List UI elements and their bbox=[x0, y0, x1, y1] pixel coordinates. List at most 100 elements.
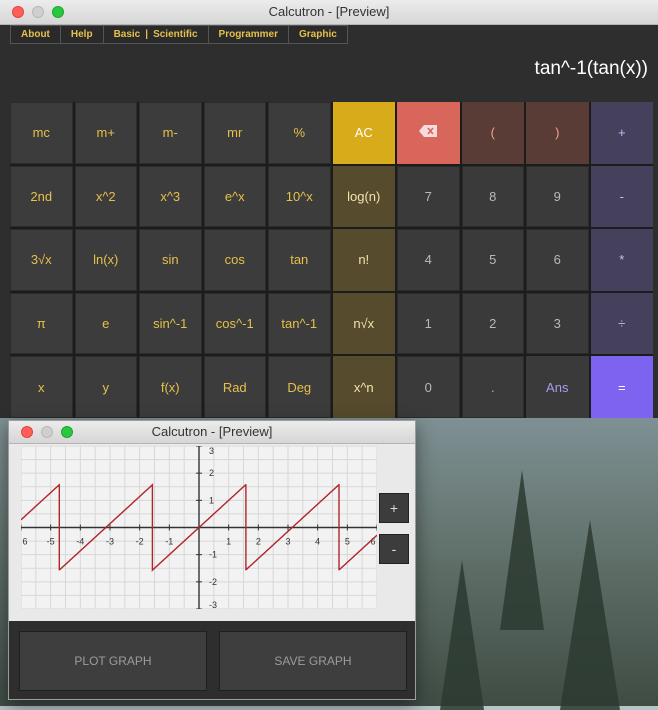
menu-programmer[interactable]: Programmer bbox=[209, 26, 289, 43]
save-graph-button[interactable]: SAVE GRAPH bbox=[219, 631, 407, 691]
x-tick-label: -2 bbox=[136, 537, 144, 547]
key-fn-4[interactable]: % bbox=[268, 102, 331, 164]
window-title: Calcutron - [Preview] bbox=[268, 4, 390, 19]
graph-window-title: Calcutron - [Preview] bbox=[151, 424, 273, 439]
graph-close-button[interactable] bbox=[21, 426, 33, 438]
calculator-window: Calcutron - [Preview] About Help Basic | S… bbox=[0, 0, 658, 418]
key-fn-30[interactable]: π bbox=[10, 292, 73, 355]
x-tick-label: 3 bbox=[285, 537, 290, 547]
menu-mode: Basic | Scientific bbox=[104, 26, 209, 43]
menu-graphic[interactable]: Graphic bbox=[289, 26, 347, 43]
x-tick-label: 6 bbox=[22, 537, 27, 547]
key-op-39[interactable]: ÷ bbox=[590, 292, 653, 355]
graph-button-bar: PLOT GRAPH SAVE GRAPH bbox=[9, 621, 415, 699]
key-fn-24[interactable]: tan bbox=[268, 229, 331, 291]
background-tree bbox=[560, 520, 620, 710]
key-num-47[interactable]: . bbox=[461, 356, 524, 418]
key-fn-40[interactable]: x bbox=[10, 356, 73, 418]
key-log-25[interactable]: n! bbox=[332, 229, 395, 291]
keypad: mc m+ m-mr% AC () +2nd x^2 x^3 e^x 10^x log(n) 7 8 9-… bbox=[10, 102, 653, 418]
key-op-29[interactable]: * bbox=[590, 229, 653, 291]
menu-basic[interactable]: Basic bbox=[114, 29, 141, 40]
key-fn-0[interactable]: mc bbox=[10, 102, 73, 164]
y-tick-label: -2 bbox=[209, 577, 217, 587]
key-paren-8[interactable]: ) bbox=[526, 102, 589, 164]
key-log-15[interactable]: log(n) bbox=[332, 165, 395, 228]
x-tick-label: 5 bbox=[345, 537, 350, 547]
graph-title-bar: Calcutron - [Preview] bbox=[9, 421, 415, 444]
backspace-icon bbox=[418, 124, 438, 141]
zoom-in-button[interactable]: + bbox=[379, 493, 409, 523]
menu-help[interactable]: Help bbox=[61, 26, 104, 43]
key-num-37[interactable]: 2 bbox=[461, 292, 524, 355]
y-tick-label: 3 bbox=[209, 446, 214, 456]
key-num-18[interactable]: 9 bbox=[526, 165, 589, 228]
key-fn-32[interactable]: sin^-1 bbox=[139, 292, 202, 355]
key-fn-42[interactable]: f(x) bbox=[139, 356, 202, 418]
key-op-9[interactable]: + bbox=[590, 102, 653, 164]
key-num-46[interactable]: 0 bbox=[397, 356, 460, 418]
x-tick-label: 2 bbox=[256, 537, 261, 547]
key-eq-49[interactable]: = bbox=[590, 356, 653, 418]
x-tick-label: -5 bbox=[47, 537, 55, 547]
key-fn-21[interactable]: ln(x) bbox=[74, 229, 137, 291]
x-tick-label: 4 bbox=[315, 537, 320, 547]
menu-about[interactable]: About bbox=[11, 26, 61, 43]
key-log-45[interactable]: x^n bbox=[332, 356, 395, 418]
x-tick-label: -1 bbox=[165, 537, 173, 547]
key-fn-2[interactable]: m- bbox=[139, 102, 202, 164]
key-ans-48[interactable]: Ans bbox=[526, 356, 589, 418]
backspace-key[interactable] bbox=[397, 102, 460, 164]
key-ac-5[interactable]: AC bbox=[332, 102, 395, 164]
y-tick-label: -3 bbox=[209, 600, 217, 609]
key-log-35[interactable]: n√x bbox=[332, 292, 395, 355]
key-num-17[interactable]: 8 bbox=[461, 165, 524, 228]
title-bar: Calcutron - [Preview] bbox=[0, 0, 658, 25]
key-num-27[interactable]: 5 bbox=[461, 229, 524, 291]
key-num-26[interactable]: 4 bbox=[397, 229, 460, 291]
key-num-36[interactable]: 1 bbox=[397, 292, 460, 355]
key-num-38[interactable]: 3 bbox=[526, 292, 589, 355]
minimize-button[interactable] bbox=[32, 6, 44, 18]
zoom-window-button[interactable] bbox=[52, 6, 64, 18]
key-fn-43[interactable]: Rad bbox=[203, 356, 266, 418]
x-tick-label: -3 bbox=[106, 537, 114, 547]
y-tick-label: -1 bbox=[209, 550, 217, 560]
key-fn-44[interactable]: Deg bbox=[268, 356, 331, 418]
graph-minimize-button[interactable] bbox=[41, 426, 53, 438]
key-fn-1[interactable]: m+ bbox=[74, 102, 137, 164]
key-num-28[interactable]: 6 bbox=[526, 229, 589, 291]
key-fn-10[interactable]: 2nd bbox=[10, 165, 73, 228]
background-tree bbox=[440, 560, 484, 710]
x-tick-label: 1 bbox=[226, 537, 231, 547]
plot-graph-button[interactable]: PLOT GRAPH bbox=[19, 631, 207, 691]
zoom-out-button[interactable]: - bbox=[379, 534, 409, 564]
key-fn-14[interactable]: 10^x bbox=[268, 165, 331, 228]
menu-bar: About Help Basic | Scientific Programmer G… bbox=[10, 25, 348, 44]
background-tree bbox=[500, 470, 544, 630]
key-fn-22[interactable]: sin bbox=[139, 229, 202, 291]
graph-plot: 6 -5 -4 -3 -2 -1 1 2 3 4 5 6321-1-2-3 bbox=[20, 445, 378, 610]
key-op-19[interactable]: - bbox=[590, 165, 653, 228]
graph-zoom-window-button[interactable] bbox=[61, 426, 73, 438]
key-fn-11[interactable]: x^2 bbox=[74, 165, 137, 228]
key-fn-23[interactable]: cos bbox=[203, 229, 266, 291]
x-tick-label: -4 bbox=[76, 537, 84, 547]
menu-separator: | bbox=[145, 29, 149, 40]
key-fn-41[interactable]: y bbox=[74, 356, 137, 418]
menu-scientific[interactable]: Scientific bbox=[153, 29, 197, 40]
key-fn-13[interactable]: e^x bbox=[203, 165, 266, 228]
graph-plot-area[interactable]: 6 -5 -4 -3 -2 -1 1 2 3 4 5 6 3 2 1 -1 -2 -3 bbox=[20, 445, 378, 610]
expression-display: tan^-1(tan(x)) bbox=[534, 58, 648, 79]
window-controls bbox=[12, 6, 64, 18]
key-num-16[interactable]: 7 bbox=[397, 165, 460, 228]
key-fn-12[interactable]: x^3 bbox=[139, 165, 202, 228]
key-fn-34[interactable]: tan^-1 bbox=[268, 292, 331, 355]
key-fn-3[interactable]: mr bbox=[203, 102, 266, 164]
close-button[interactable] bbox=[12, 6, 24, 18]
key-fn-20[interactable]: 3√x bbox=[10, 229, 73, 291]
graph-window-controls bbox=[21, 426, 73, 438]
key-paren-7[interactable]: ( bbox=[461, 102, 524, 164]
key-fn-31[interactable]: e bbox=[74, 292, 137, 355]
key-fn-33[interactable]: cos^-1 bbox=[203, 292, 266, 355]
